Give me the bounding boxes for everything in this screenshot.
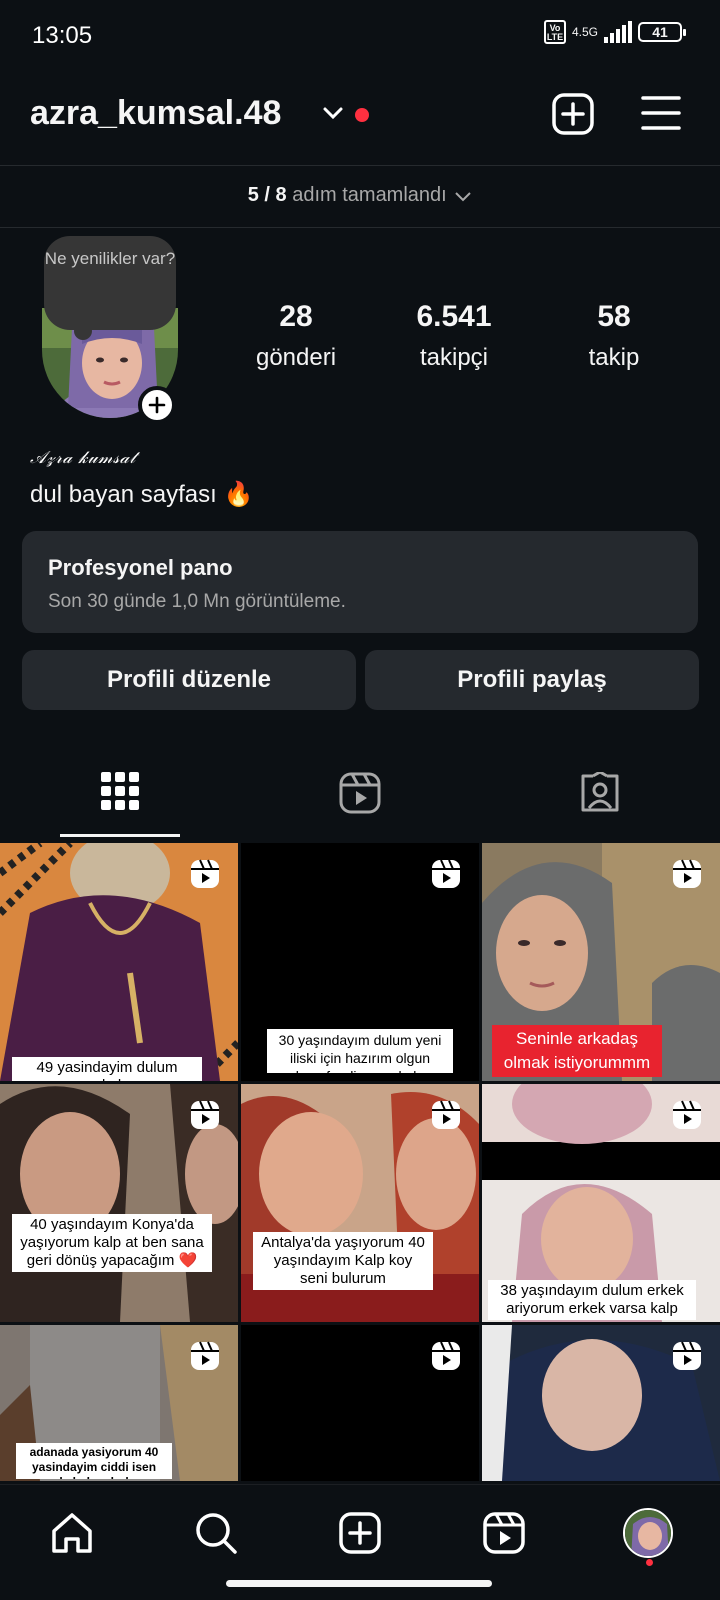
dashboard-subtitle: Son 30 günde 1,0 Mn görüntüleme. — [48, 591, 346, 612]
professional-dashboard[interactable]: Profesyonel pano Son 30 günde 1,0 Mn gör… — [22, 531, 698, 633]
stat-value: 6.541 — [416, 300, 492, 333]
chevron-down-icon — [455, 192, 471, 202]
reel-icon — [672, 1341, 702, 1376]
post-thumbnail[interactable]: Seninle arkadaş olmak istiyorummm — [482, 843, 720, 1081]
post-caption: 40 yaşındayım Konya'da yaşıyorum kalp at… — [12, 1214, 212, 1272]
reel-icon — [190, 859, 220, 894]
stat-value: 28 — [279, 300, 313, 333]
add-story-icon[interactable] — [138, 386, 176, 424]
post-caption: 49 yasindayim dulum erkek — [12, 1057, 202, 1081]
display-name: 𝒜𝓏𝓇𝒶 𝓀𝓊𝓂𝓈𝒶𝓉 — [30, 448, 136, 468]
stat-label: takipçi — [419, 344, 489, 371]
notification-dot — [646, 1559, 653, 1566]
reels-icon — [339, 772, 381, 814]
create-icon[interactable] — [332, 1505, 388, 1561]
post-thumbnail[interactable]: 40 yaşındayım Konya'da yaşıyorum kalp at… — [0, 1084, 238, 1322]
profile-header: azra_kumsal.48 — [0, 78, 720, 158]
post-caption: Seninle arkadaş olmak istiyorummm — [492, 1025, 662, 1077]
post-thumbnail[interactable] — [241, 1325, 479, 1481]
chevron-down-icon[interactable] — [322, 106, 344, 125]
post-thumbnail[interactable]: 49 yasindayim dulum erkek — [0, 843, 238, 1081]
tab-reels[interactable] — [240, 772, 480, 840]
reel-icon — [431, 1100, 461, 1135]
tagged-icon — [581, 772, 619, 812]
post-caption: adanada yasiyorum 40 yasindayim ciddi is… — [16, 1443, 172, 1479]
active-tab-indicator — [60, 834, 180, 837]
divider — [0, 165, 720, 166]
reel-icon — [431, 859, 461, 894]
stat-value: 58 — [597, 300, 631, 333]
setup-progress-text: adım tamamlandı — [292, 184, 447, 206]
status-time: 13:05 — [32, 22, 93, 49]
reel-icon — [190, 1100, 220, 1135]
create-plus-icon[interactable] — [551, 92, 595, 141]
reel-icon — [190, 1341, 220, 1376]
post-caption: Antalya'da yaşıyorum 40 yaşındayım Kalp … — [253, 1232, 433, 1290]
reel-icon — [672, 1100, 702, 1135]
stat-following[interactable]: 58 takip — [534, 300, 694, 372]
post-thumbnail[interactable]: Antalya'da yaşıyorum 40 yaşındayım Kalp … — [241, 1084, 479, 1322]
edit-profile-button[interactable]: Profili düzenle — [22, 650, 356, 710]
network-type: 4.5G — [571, 25, 598, 39]
grid-icon — [101, 772, 139, 810]
post-thumbnail[interactable]: 38 yaşındayım dulum erkek ariyorum erkek… — [482, 1084, 720, 1322]
divider — [0, 227, 720, 228]
signal-icon — [604, 21, 632, 43]
username-switcher[interactable]: azra_kumsal.48 — [30, 94, 281, 133]
gesture-bar[interactable] — [226, 1580, 492, 1587]
setup-progress[interactable]: 5 / 8 adım tamamlandı — [0, 184, 720, 207]
battery-icon: 41 — [638, 22, 686, 42]
stat-followers[interactable]: 6.541 takipçi — [374, 300, 534, 372]
reel-icon — [431, 1341, 461, 1376]
post-caption: 38 yaşındayım dulum erkek ariyorum erkek… — [488, 1280, 696, 1320]
profile-tab[interactable] — [620, 1505, 676, 1561]
tab-tagged[interactable] — [480, 772, 720, 840]
setup-progress-value: 5 / 8 — [247, 184, 287, 206]
post-thumbnail[interactable] — [482, 1325, 720, 1481]
menu-icon[interactable] — [641, 94, 681, 137]
home-icon[interactable] — [44, 1505, 100, 1561]
status-bar: 13:05 Vo LTE 4.5G 41 — [0, 0, 720, 72]
stat-label: gönderi — [255, 344, 337, 371]
share-profile-button[interactable]: Profili paylaş — [365, 650, 699, 710]
status-icons: Vo LTE 4.5G 41 — [543, 20, 686, 44]
stat-posts[interactable]: 28 gönderi — [216, 300, 376, 372]
search-icon[interactable] — [188, 1505, 244, 1561]
post-thumbnail[interactable]: adanada yasiyorum 40 yasindayim ciddi is… — [0, 1325, 238, 1481]
stat-label: takip — [588, 344, 640, 371]
bio: dul bayan sayfası 🔥 — [30, 481, 254, 508]
tab-grid[interactable] — [0, 772, 240, 840]
note-bubble[interactable]: Ne yenilikler var? — [44, 236, 176, 340]
notification-dot — [355, 108, 369, 122]
dashboard-title: Profesyonel pano — [48, 555, 233, 580]
reel-icon — [672, 859, 702, 894]
reels-icon[interactable] — [476, 1505, 532, 1561]
profile-avatar — [623, 1508, 673, 1558]
post-caption: 30 yaşındayım dulum yeni iliski için haz… — [267, 1029, 453, 1073]
volte-icon: Vo LTE — [543, 20, 566, 44]
post-thumbnail[interactable]: 30 yaşındayım dulum yeni iliski için haz… — [241, 843, 479, 1081]
